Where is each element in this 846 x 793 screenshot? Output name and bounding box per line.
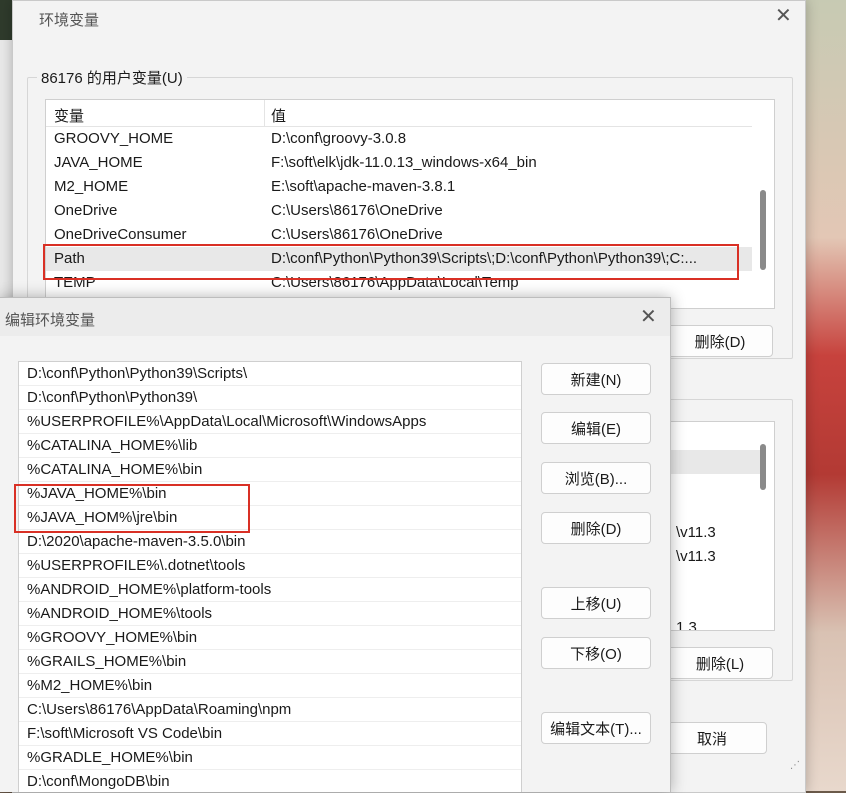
list-item[interactable]: %USERPROFILE%\AppData\Local\Microsoft\Wi… bbox=[19, 410, 521, 434]
title-bar[interactable]: 编辑环境变量 ✕ bbox=[0, 298, 670, 336]
list-header: 变量 值 bbox=[46, 100, 752, 127]
system-delete-button[interactable]: 删除(L) bbox=[667, 647, 773, 679]
dialog-title: 环境变量 bbox=[39, 12, 100, 29]
variable-value: C:\Users\86176\OneDrive bbox=[271, 202, 443, 219]
user-delete-button[interactable]: 删除(D) bbox=[667, 325, 773, 357]
highlight-box-java-paths bbox=[14, 484, 250, 533]
list-item[interactable]: %GRAILS_HOME%\bin bbox=[19, 650, 521, 674]
variable-value: \v11.3 bbox=[676, 548, 716, 565]
list-item[interactable]: D:\conf\MongoDB\bin bbox=[19, 770, 521, 792]
list-item[interactable]: %GROOVY_HOME%\bin bbox=[19, 626, 521, 650]
list-item[interactable]: D:\conf\Python\Python39\Scripts\ bbox=[19, 362, 521, 386]
delete-button[interactable]: 删除(D) bbox=[541, 512, 651, 544]
table-row[interactable]: M2_HOME E:\soft\apache-maven-3.8.1 bbox=[46, 175, 752, 199]
list-item[interactable]: %ANDROID_HOME%\platform-tools bbox=[19, 578, 521, 602]
new-button[interactable]: 新建(N) bbox=[541, 363, 651, 395]
edit-button[interactable]: 编辑(E) bbox=[541, 412, 651, 444]
scrollbar-thumb[interactable] bbox=[760, 190, 766, 270]
list-item[interactable]: D:\2020\apache-maven-3.5.0\bin bbox=[19, 530, 521, 554]
table-row[interactable]: OneDrive C:\Users\86176\OneDrive bbox=[46, 199, 752, 223]
column-header-value[interactable]: 值 bbox=[271, 105, 286, 126]
system-variables-list[interactable]: \v11.3 \v11.3 1.3 bbox=[653, 421, 775, 631]
resize-grip-icon[interactable]: ⋰ bbox=[790, 760, 802, 772]
list-item[interactable]: C:\Users\86176\AppData\Roaming\npm bbox=[19, 698, 521, 722]
column-separator[interactable] bbox=[264, 100, 265, 126]
user-variables-label: 86176 的用户变量(U) bbox=[37, 67, 187, 88]
list-item[interactable]: %GRADLE_HOME%\bin bbox=[19, 746, 521, 770]
close-icon[interactable]: ✕ bbox=[640, 307, 657, 327]
variable-value: \v11.3 bbox=[676, 524, 716, 541]
edit-text-button[interactable]: 编辑文本(T)... bbox=[541, 712, 651, 744]
dialog-title: 编辑环境变量 bbox=[5, 312, 96, 329]
list-item[interactable]: %CATALINA_HOME%\lib bbox=[19, 434, 521, 458]
variable-value: C:\Users\86176\OneDrive bbox=[271, 226, 443, 243]
list-item[interactable]: %ANDROID_HOME%\tools bbox=[19, 602, 521, 626]
edit-environment-variable-dialog: 编辑环境变量 ✕ D:\conf\Python\Python39\Scripts… bbox=[0, 297, 671, 792]
move-up-button[interactable]: 上移(U) bbox=[541, 587, 651, 619]
path-entries-list[interactable]: D:\conf\Python\Python39\Scripts\ D:\conf… bbox=[18, 361, 522, 792]
table-row[interactable]: GROOVY_HOME D:\conf\groovy-3.0.8 bbox=[46, 127, 752, 151]
column-header-variable[interactable]: 变量 bbox=[54, 105, 84, 126]
list-item[interactable]: %USERPROFILE%\.dotnet\tools bbox=[19, 554, 521, 578]
variable-value: F:\soft\elk\jdk-11.0.13_windows-x64_bin bbox=[271, 154, 537, 171]
highlight-box-path bbox=[43, 244, 739, 280]
cancel-button[interactable]: 取消 bbox=[657, 722, 767, 754]
browse-button[interactable]: 浏览(B)... bbox=[541, 462, 651, 494]
variable-value: D:\conf\groovy-3.0.8 bbox=[271, 130, 407, 147]
variable-value: 1.3 bbox=[676, 619, 697, 631]
variable-value: E:\soft\apache-maven-3.8.1 bbox=[271, 178, 456, 195]
list-item[interactable]: F:\soft\Microsoft VS Code\bin bbox=[19, 722, 521, 746]
list-item[interactable]: %M2_HOME%\bin bbox=[19, 674, 521, 698]
table-row[interactable]: JAVA_HOME F:\soft\elk\jdk-11.0.13_window… bbox=[46, 151, 752, 175]
variable-name: GROOVY_HOME bbox=[54, 130, 174, 147]
move-down-button[interactable]: 下移(O) bbox=[541, 637, 651, 669]
background-photo bbox=[800, 0, 846, 791]
variable-name: JAVA_HOME bbox=[54, 154, 143, 171]
variable-name: OneDriveConsumer bbox=[54, 226, 187, 243]
background-window-edge bbox=[0, 40, 12, 300]
variable-name: M2_HOME bbox=[54, 178, 129, 195]
variable-name: OneDrive bbox=[54, 202, 118, 219]
close-icon[interactable]: ✕ bbox=[775, 6, 792, 26]
list-item[interactable]: %CATALINA_HOME%\bin bbox=[19, 458, 521, 482]
scrollbar-thumb[interactable] bbox=[760, 444, 766, 490]
list-item[interactable]: D:\conf\Python\Python39\ bbox=[19, 386, 521, 410]
